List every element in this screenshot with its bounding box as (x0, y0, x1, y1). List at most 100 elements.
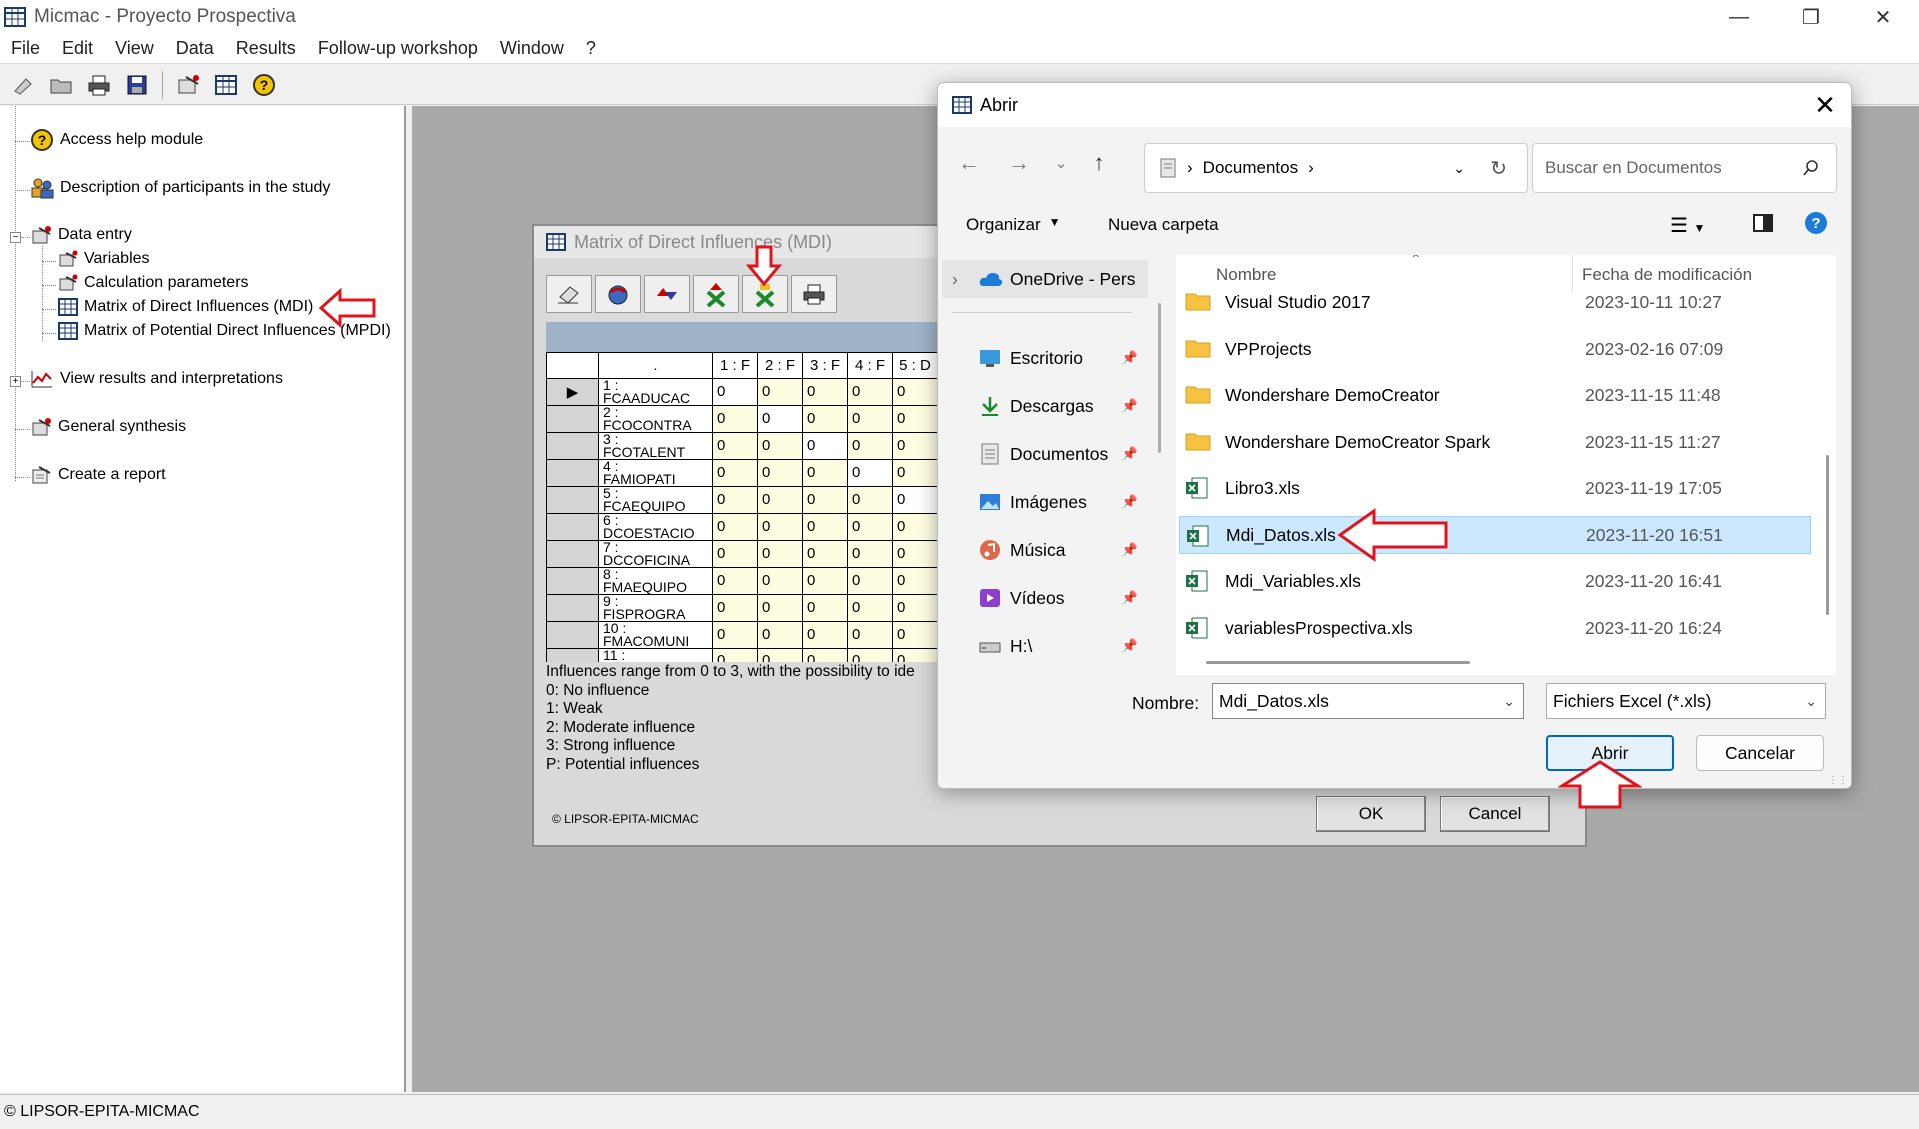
organize-menu[interactable]: Organizar ▼ (966, 215, 1061, 235)
save-icon[interactable] (120, 69, 154, 101)
refresh-icon[interactable]: ↻ (1490, 156, 1507, 181)
print-icon[interactable] (791, 275, 837, 313)
matrix-icon[interactable] (209, 69, 243, 101)
horizontal-scrollbar[interactable] (1206, 661, 1470, 664)
matrix-cell[interactable]: 0 (712, 404, 758, 433)
matrix-cell[interactable]: 0 (757, 485, 803, 514)
eraser-icon[interactable] (546, 275, 592, 313)
file-row-excel[interactable]: variablesProspectiva.xls 2023-11-20 16:2… (1179, 609, 1811, 647)
row-header[interactable]: 3 : FCOTALENT (598, 431, 713, 460)
matrix-cell[interactable]: 0 (712, 458, 758, 487)
file-row-excel-selected[interactable]: Mdi_Datos.xls 2023-11-20 16:51 (1179, 516, 1811, 554)
swap-icon[interactable] (644, 275, 690, 313)
matrix-cell[interactable]: 0 (802, 539, 848, 568)
nav-scrollbar[interactable] (1158, 303, 1161, 453)
menu-view[interactable]: View (104, 38, 165, 59)
matrix-cell[interactable]: 0 (847, 539, 893, 568)
matrix-cell[interactable]: 0 (802, 566, 848, 595)
cancel-button[interactable]: Cancelar (1696, 735, 1824, 771)
pin-icon[interactable]: 📌 (1122, 494, 1138, 510)
matrix-cell[interactable]: 0 (757, 620, 803, 649)
expand-results-toggle[interactable]: + (10, 376, 21, 387)
matrix-cell[interactable]: 0 (892, 647, 938, 662)
tree-item-participants[interactable]: Description of participants in the study (30, 177, 330, 199)
column-header[interactable]: 5 : D (892, 352, 938, 379)
help-icon[interactable]: ? (1804, 211, 1828, 240)
row-header[interactable]: 11 : (598, 647, 713, 662)
menu-follow-up-workshop[interactable]: Follow-up workshop (307, 38, 489, 59)
nav-item-drive-h[interactable]: H:\ 📌 (942, 627, 1148, 665)
close-button[interactable]: ✕ (1847, 0, 1919, 34)
pin-icon[interactable]: 📌 (1122, 446, 1138, 462)
recent-locations-chevron-icon[interactable]: ⌄ (1046, 147, 1076, 179)
matrix-cell[interactable]: 0 (712, 431, 758, 460)
matrix-cell[interactable]: 0 (847, 431, 893, 460)
matrix-cell[interactable]: 0 (802, 593, 848, 622)
breadcrumb-documentos[interactable]: Documentos (1203, 158, 1298, 178)
row-header[interactable]: 9 : FISPROGRA (598, 593, 713, 622)
matrix-cell[interactable]: 0 (847, 377, 893, 406)
column-header[interactable]: 1 : F (712, 352, 758, 379)
globe-refresh-icon[interactable] (595, 275, 641, 313)
column-header[interactable]: 4 : F (847, 352, 893, 379)
menu-results[interactable]: Results (225, 38, 307, 59)
file-row-excel[interactable]: Libro3.xls 2023-11-19 17:05 (1179, 469, 1811, 507)
nav-item-imagenes[interactable]: Imágenes 📌 (942, 483, 1148, 521)
matrix-cell[interactable]: 0 (712, 377, 758, 406)
matrix-cell[interactable]: 0 (712, 539, 758, 568)
filetype-select[interactable]: Fichiers Excel (*.xls) ⌄ (1546, 683, 1826, 719)
matrix-cell[interactable]: 0 (802, 377, 848, 406)
row-header[interactable]: 2 : FCOCONTRA (598, 404, 713, 433)
matrix-cell[interactable]: 0 (802, 485, 848, 514)
tree-item-help[interactable]: ? Access help module (30, 128, 203, 152)
matrix-cell[interactable]: 0 (892, 620, 938, 649)
preview-pane-icon[interactable] (1752, 213, 1774, 238)
menu-edit[interactable]: Edit (51, 38, 104, 59)
matrix-cell[interactable]: 0 (712, 512, 758, 541)
help-icon[interactable]: ? (247, 69, 281, 101)
forward-arrow-icon[interactable]: → (1004, 147, 1034, 179)
row-header[interactable]: 7 : DCCOFICINA (598, 539, 713, 568)
file-row-folder[interactable]: VPProjects 2023-02-16 07:09 (1179, 330, 1811, 368)
matrix-cell[interactable]: 0 (802, 512, 848, 541)
matrix-cell[interactable]: 0 (847, 512, 893, 541)
column-header[interactable]: 2 : F (757, 352, 803, 379)
menu-help[interactable]: ? (575, 38, 607, 59)
tree-item-calculation-parameters[interactable]: Calculation parameters (58, 274, 249, 292)
row-header[interactable]: 6 : DCOESTACIO (598, 512, 713, 541)
matrix-cell[interactable]: 0 (802, 620, 848, 649)
view-options-icon[interactable]: ☰ ▼ (1670, 213, 1705, 238)
pin-icon[interactable]: 📌 (1122, 542, 1138, 558)
tree-item-create-report[interactable]: Create a report (30, 465, 166, 485)
print-icon[interactable] (82, 69, 116, 101)
matrix-cell[interactable]: 0 (712, 485, 758, 514)
tree-item-view-results[interactable]: View results and interpretations (30, 369, 283, 389)
matrix-cell[interactable]: 0 (712, 566, 758, 595)
file-row-folder[interactable]: Wondershare DemoCreator Spark 2023-11-15… (1179, 423, 1811, 461)
matrix-cell[interactable]: 0 (892, 431, 938, 460)
search-input[interactable]: Buscar en Documentos (1532, 143, 1837, 193)
matrix-cell[interactable]: 0 (802, 647, 848, 662)
nav-item-documentos[interactable]: Documentos 📌 (942, 435, 1148, 473)
matrix-cell[interactable]: 0 (802, 458, 848, 487)
row-header[interactable]: 10 : FMACOMUNI (598, 620, 713, 649)
row-header[interactable]: 1 : FCAADUCAC (598, 377, 713, 406)
chevron-down-icon[interactable]: ⌄ (1805, 693, 1817, 710)
file-row-folder[interactable]: Wondershare DemoCreator 2023-11-15 11:48 (1179, 376, 1811, 414)
tree-item-variables[interactable]: Variables (58, 250, 150, 268)
chevron-down-icon[interactable]: ⌄ (1503, 693, 1515, 710)
matrix-cell[interactable]: 0 (892, 458, 938, 487)
vertical-scrollbar[interactable] (1826, 455, 1829, 615)
address-dropdown-chevron-icon[interactable]: ⌄ (1453, 160, 1465, 177)
row-header[interactable]: 5 : FCAEQUIPO (598, 485, 713, 514)
matrix-cell[interactable]: 0 (892, 512, 938, 541)
matrix-cell[interactable]: 0 (847, 458, 893, 487)
nav-item-videos[interactable]: Vídeos 📌 (942, 579, 1148, 617)
matrix-cell[interactable]: 0 (847, 620, 893, 649)
menu-file[interactable]: File (0, 38, 51, 59)
column-header-name[interactable]: Nombre (1216, 265, 1276, 285)
matrix-cell[interactable]: 0 (892, 485, 938, 514)
export-excel-icon[interactable] (693, 275, 739, 313)
file-row-folder[interactable]: Visual Studio 2017 2023-10-11 10:27 (1179, 283, 1811, 321)
minimize-button[interactable]: — (1703, 0, 1775, 34)
